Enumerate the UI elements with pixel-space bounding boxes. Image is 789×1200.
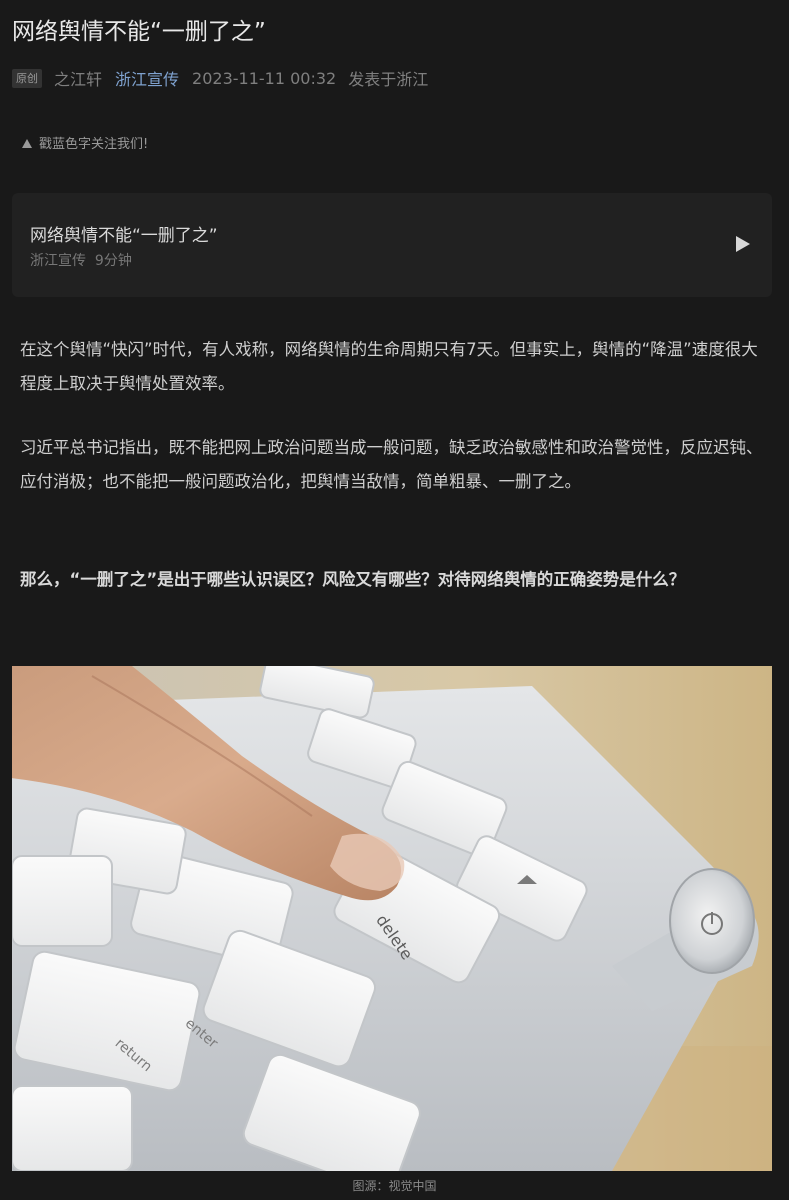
audio-card[interactable]: 网络舆情不能“一删了之” 浙江宣传 9分钟 [12,193,772,297]
follow-prompt: 戳蓝色字关注我们! [22,133,148,152]
original-badge: 原创 [12,68,42,88]
article-image: delete return enter [12,666,772,1171]
paragraph-3-bold: 那么，“一删了之”是出于哪些认识误区？风险又有哪些？对待网络舆情的正确姿势是什么… [20,570,686,589]
follow-prompt-text: 戳蓝色字关注我们! [39,137,149,152]
up-triangle-icon [22,139,32,148]
audio-card-title: 网络舆情不能“一删了之” [30,226,218,246]
audio-card-subtitle: 浙江宣传 9分钟 [30,250,132,270]
paragraph-2: 习近平总书记指出，既不能把网上政治问题当成一般问题，缺乏政治敏感性和政治警觉性，… [20,438,763,491]
paragraph-1: 在这个舆情“快闪”时代，有人戏称，网络舆情的生命周期只有7天。但事实上，舆情的“… [20,340,758,393]
article-meta: 原创 之江轩 浙江宣传 2023-11-11 00:32 发表于浙江 [12,64,428,92]
publish-location: 发表于浙江 [348,70,429,89]
audio-duration: 9分钟 [94,253,132,269]
account-link[interactable]: 浙江宣传 [115,66,179,90]
play-icon[interactable] [736,236,750,252]
image-caption: 图源：视觉中国 [352,1179,437,1193]
publish-datetime: 2023-11-11 00:32 [192,68,337,88]
article-title: 网络舆情不能“一删了之” [12,19,266,45]
author-name: 之江轩 [54,70,103,89]
article-page: 网络舆情不能“一删了之” 原创 之江轩 浙江宣传 2023-11-11 00:3… [0,0,789,1200]
keyboard-delete-illustration: delete return enter [12,666,772,1171]
audio-source: 浙江宣传 [30,253,86,269]
